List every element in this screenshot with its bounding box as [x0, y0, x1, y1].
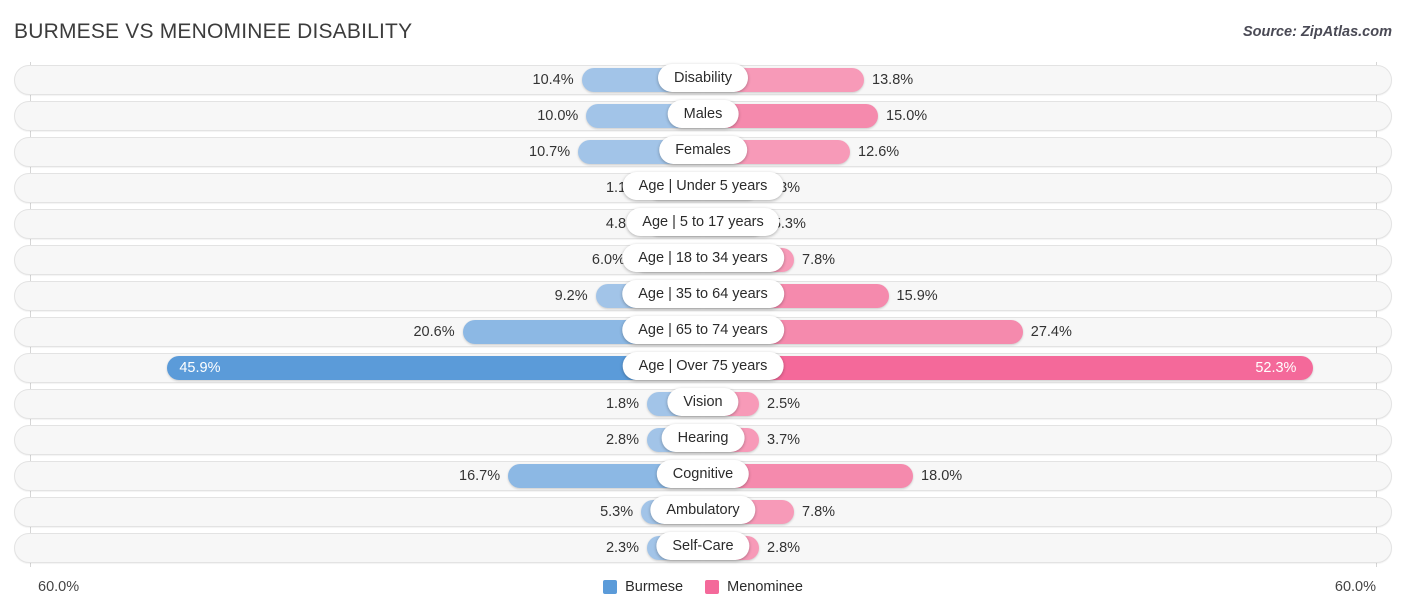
value-label-burmese: 6.0% — [591, 252, 625, 268]
row-half-burmese: 16.7% — [0, 464, 703, 488]
value-label-menominee: 15.0% — [886, 108, 928, 124]
category-label: Females — [659, 136, 747, 164]
value-label-menominee: 18.0% — [921, 468, 963, 484]
value-label-menominee: 15.9% — [896, 288, 938, 304]
chart-page: BURMESE VS MENOMINEE DISABILITY Source: … — [0, 0, 1406, 612]
row-half-menominee: 2.3% — [703, 176, 1406, 200]
category-label: Males — [667, 100, 739, 128]
row-half-burmese: 5.3% — [0, 500, 703, 524]
axis-label-right: 60.0% — [1334, 579, 1376, 595]
value-label-menominee: 13.8% — [872, 72, 914, 88]
value-label-menominee: 27.4% — [1030, 324, 1072, 340]
chart-row: 1.8% 2.5% Vision — [0, 386, 1406, 422]
row-half-burmese: 10.4% — [0, 68, 703, 92]
chart-row: 4.8% 5.3% Age | 5 to 17 years — [0, 206, 1406, 242]
value-label-menominee: 12.6% — [858, 144, 900, 160]
bar-menominee[interactable] — [703, 356, 1314, 380]
category-label: Age | Under 5 years — [622, 172, 784, 200]
value-label-burmese: 2.8% — [605, 432, 639, 448]
row-half-menominee: 12.6% — [703, 140, 1406, 164]
row-half-burmese: 10.0% — [0, 104, 703, 128]
value-label-burmese: 20.6% — [413, 324, 455, 340]
row-half-burmese: 1.8% — [0, 392, 703, 416]
page-title: BURMESE VS MENOMINEE DISABILITY — [14, 20, 413, 43]
row-half-menominee: 7.8% — [703, 248, 1406, 272]
legend-item[interactable]: Menominee — [705, 579, 803, 595]
chart-row: 1.1%2.3%Age | Under 5 years — [0, 170, 1406, 206]
row-half-burmese: 1.1% — [0, 176, 703, 200]
row-half-burmese: 9.2% — [0, 284, 703, 308]
value-label-burmese: 9.2% — [554, 288, 588, 304]
page-header: BURMESE VS MENOMINEE DISABILITY Source: … — [0, 0, 1406, 62]
legend-label: Burmese — [625, 579, 684, 595]
row-half-menominee: 15.9% — [703, 284, 1406, 308]
row-half-menominee: 52.3% — [703, 356, 1406, 380]
row-half-menominee: 18.0% — [703, 464, 1406, 488]
row-half-burmese: 20.6% — [0, 320, 703, 344]
category-label: Disability — [657, 64, 749, 92]
category-label: Age | Over 75 years — [622, 352, 784, 380]
value-label-menominee: 2.8% — [767, 540, 801, 556]
row-half-burmese: 2.3% — [0, 536, 703, 560]
value-label-menominee: 2.5% — [767, 396, 801, 412]
legend-item[interactable]: Burmese — [603, 579, 683, 595]
row-half-burmese: 6.0% — [0, 248, 703, 272]
chart-row: 6.0% 7.8% Age | 18 to 34 years — [0, 242, 1406, 278]
legend-swatch-icon — [705, 580, 720, 594]
chart-row: 10.4% 13.8% Disability — [0, 62, 1406, 98]
chart-row: 10.7% 12.6% Females — [0, 134, 1406, 170]
category-label: Age | 65 to 74 years — [622, 316, 784, 344]
value-label-menominee: 7.8% — [802, 252, 836, 268]
category-label: Vision — [667, 388, 739, 416]
value-label-menominee: 52.3% — [1255, 360, 1297, 376]
row-half-menominee: 2.5% — [703, 392, 1406, 416]
legend-label: Menominee — [727, 579, 803, 595]
row-half-burmese: 10.7% — [0, 140, 703, 164]
chart-legend: Burmese Menominee — [0, 579, 1406, 595]
value-label-burmese: 5.3% — [600, 504, 634, 520]
row-half-menominee: 15.0% — [703, 104, 1406, 128]
value-label-burmese: 10.0% — [537, 108, 579, 124]
category-label: Cognitive — [656, 460, 750, 488]
chart-row: 20.6% 27.4% Age | 65 to 74 years — [0, 314, 1406, 350]
chart-row: 16.7% 18.0% Cognitive — [0, 458, 1406, 494]
row-half-menominee: 2.8% — [703, 536, 1406, 560]
category-label: Self-Care — [656, 532, 750, 560]
chart-footer: 60.0% Burmese Menominee 60.0% — [0, 567, 1406, 612]
value-label-burmese: 1.8% — [605, 396, 639, 412]
value-label-burmese: 10.7% — [529, 144, 571, 160]
category-label: Hearing — [661, 424, 745, 452]
chart-row: 10.0% 15.0% Males — [0, 98, 1406, 134]
category-label: Age | 5 to 17 years — [626, 208, 780, 236]
value-label-burmese: 16.7% — [459, 468, 501, 484]
row-half-menominee: 13.8% — [703, 68, 1406, 92]
value-label-burmese: 45.9% — [179, 360, 221, 376]
value-label-menominee: 7.8% — [802, 504, 836, 520]
row-half-menominee: 3.7% — [703, 428, 1406, 452]
category-label: Age | 18 to 34 years — [622, 244, 784, 272]
value-label-menominee: 3.7% — [767, 432, 801, 448]
source-attribution: Source: ZipAtlas.com — [1242, 24, 1392, 40]
chart-row: 9.2% 15.9% Age | 35 to 64 years — [0, 278, 1406, 314]
category-label: Age | 35 to 64 years — [622, 280, 784, 308]
value-label-burmese: 10.4% — [532, 72, 574, 88]
row-half-menominee: 27.4% — [703, 320, 1406, 344]
chart-row: 5.3% 7.8% Ambulatory — [0, 494, 1406, 530]
row-half-menominee: 5.3% — [703, 212, 1406, 236]
row-half-burmese: 45.9% — [0, 356, 703, 380]
chart-row: 45.9% 52.3% Age | Over 75 years — [0, 350, 1406, 386]
legend-swatch-icon — [603, 580, 618, 594]
row-half-menominee: 7.8% — [703, 500, 1406, 524]
chart-rows: 10.4% 13.8% Disability 10.0% 15.0% Males 10.7%… — [0, 62, 1406, 566]
category-label: Ambulatory — [650, 496, 756, 524]
row-half-burmese: 4.8% — [0, 212, 703, 236]
row-half-burmese: 2.8% — [0, 428, 703, 452]
chart-row: 2.3% 2.8% Self-Care — [0, 530, 1406, 566]
diverging-bar-chart: 10.4% 13.8% Disability 10.0% 15.0% Males 10.7%… — [0, 62, 1406, 567]
value-label-burmese: 2.3% — [605, 540, 639, 556]
chart-row: 2.8% 3.7% Hearing — [0, 422, 1406, 458]
